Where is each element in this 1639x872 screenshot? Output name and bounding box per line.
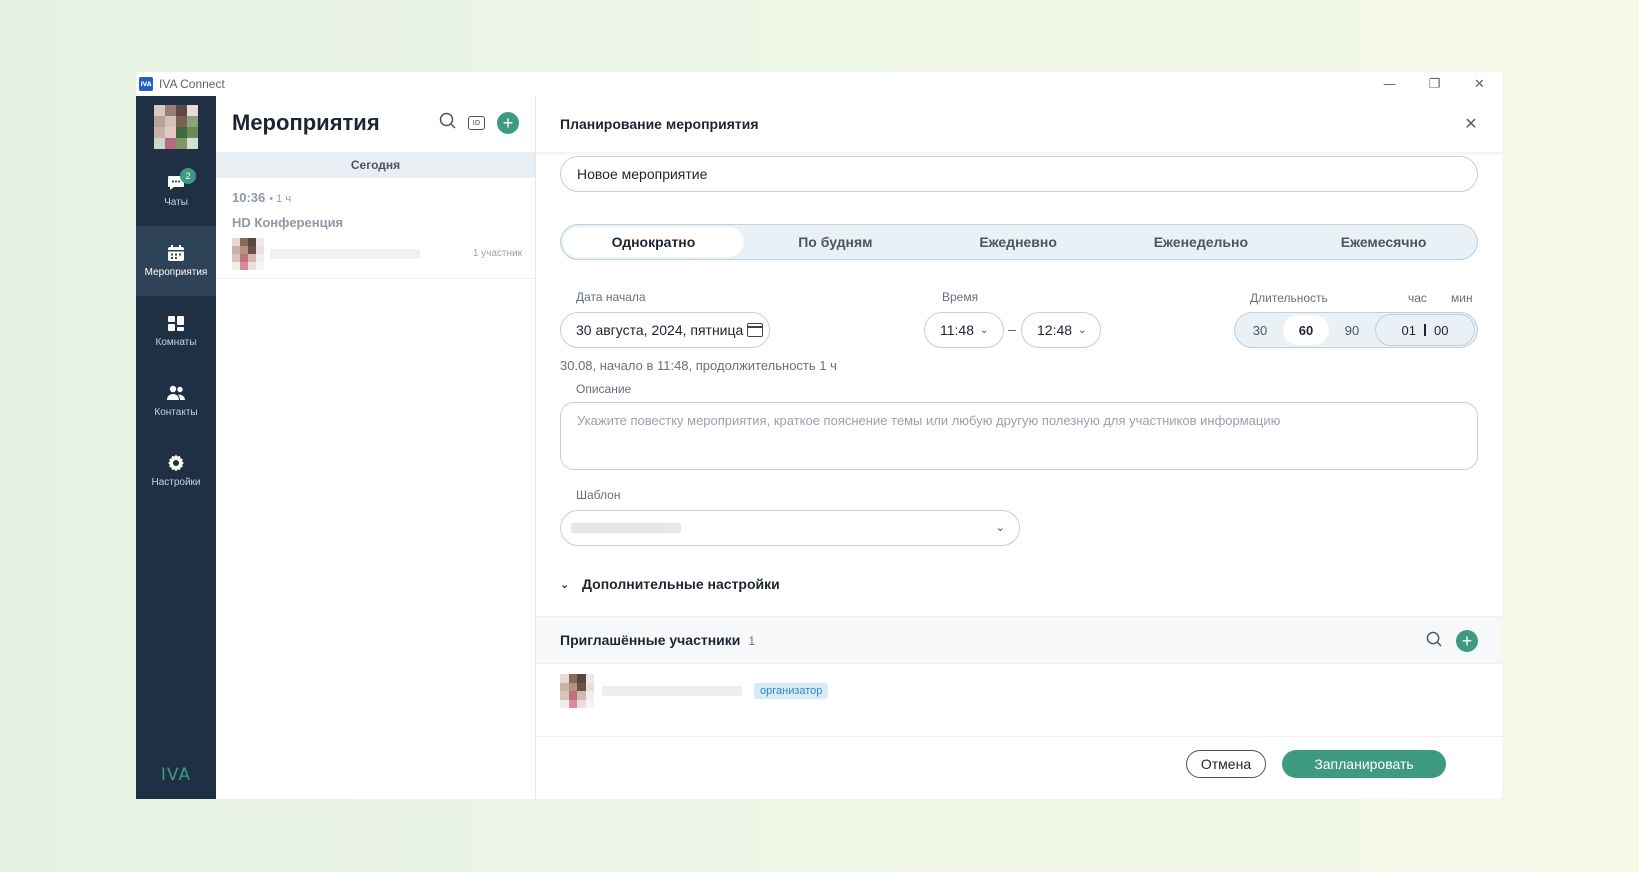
recurrence-weekly[interactable]: Еженедельно bbox=[1110, 227, 1293, 257]
event-name: HD Конференция bbox=[232, 215, 344, 230]
nav-rail: Чаты 2 Мероприятия Комнаты Контакты Наст… bbox=[136, 96, 216, 799]
restore-button[interactable]: ❐ bbox=[1412, 72, 1457, 96]
app-logo-icon: IVA bbox=[139, 77, 153, 91]
id-join-icon[interactable]: ID bbox=[468, 116, 485, 130]
rooms-icon bbox=[166, 314, 186, 332]
chevron-down-icon: ⌄ bbox=[1078, 324, 1087, 336]
chevron-down-icon: ⌄ bbox=[560, 577, 570, 591]
user-avatar[interactable] bbox=[154, 105, 198, 149]
title-bar: IVA IVA Connect — ❐ ✕ bbox=[136, 72, 1502, 96]
recurrence-once[interactable]: Однократно bbox=[563, 227, 744, 257]
unread-badge: 2 bbox=[180, 168, 196, 184]
add-participant-button[interactable]: + bbox=[1456, 630, 1478, 652]
event-card[interactable]: 10:36 • 1 ч HD Конференция 1 участник bbox=[232, 190, 522, 270]
participant-row: организатор bbox=[560, 674, 829, 708]
recurrence-monthly[interactable]: Ежемесячно bbox=[1292, 227, 1475, 257]
time-from-value: 11:48 bbox=[940, 322, 974, 338]
time-from-select[interactable]: 11:48 ⌄ bbox=[924, 312, 1004, 348]
time-range-dash: – bbox=[1008, 321, 1016, 337]
chevron-down-icon: ⌄ bbox=[995, 521, 1005, 534]
recurrence-daily[interactable]: Ежедневно bbox=[927, 227, 1110, 257]
contacts-icon bbox=[166, 384, 186, 402]
schedule-summary: 30.08, начало в 11:48, продолжительность… bbox=[560, 358, 837, 373]
min-label: мин bbox=[1451, 291, 1473, 305]
template-select[interactable]: ⌄ bbox=[560, 510, 1020, 546]
start-date-field[interactable]: 30 августа, 2024, пятница bbox=[560, 312, 770, 348]
search-icon[interactable] bbox=[1426, 631, 1442, 652]
calendar-icon[interactable] bbox=[747, 323, 764, 337]
search-icon[interactable] bbox=[439, 112, 456, 134]
event-name-input[interactable]: Новое мероприятие bbox=[560, 156, 1478, 192]
close-window-button[interactable]: ✕ bbox=[1457, 72, 1502, 96]
calendar-icon bbox=[166, 244, 186, 262]
chevron-down-icon: ⌄ bbox=[980, 324, 989, 336]
duration-30[interactable]: 30 bbox=[1237, 315, 1283, 345]
duration-90[interactable]: 90 bbox=[1329, 315, 1375, 345]
event-duration: • 1 ч bbox=[269, 193, 292, 205]
schedule-button[interactable]: Запланировать bbox=[1282, 750, 1446, 778]
duration-hours-input[interactable]: 01 bbox=[1402, 323, 1416, 338]
participant-avatar bbox=[560, 674, 594, 708]
cancel-button[interactable]: Отмена bbox=[1186, 750, 1266, 778]
rail-item-label: Контакты bbox=[154, 407, 198, 418]
rail-item-contacts[interactable]: Контакты bbox=[136, 366, 216, 436]
duration-60[interactable]: 60 bbox=[1283, 315, 1329, 345]
gear-icon bbox=[166, 454, 186, 472]
event-time: 10:36 bbox=[232, 190, 266, 205]
start-date-value: 30 августа, 2024, пятница bbox=[576, 322, 744, 338]
more-settings-label: Дополнительные настройки bbox=[582, 576, 780, 592]
blurred-participant-name bbox=[602, 686, 742, 696]
rail-item-label: Мероприятия bbox=[144, 267, 208, 278]
divider bbox=[216, 278, 535, 279]
events-panel: Мероприятия ID + Сегодня 10:36 • 1 ч HD К… bbox=[216, 96, 536, 799]
rail-item-label: Чаты bbox=[164, 197, 188, 208]
duration-minutes-input[interactable]: 00 bbox=[1434, 323, 1448, 338]
rail-item-label: Комнаты bbox=[155, 337, 197, 348]
events-title: Мероприятия bbox=[232, 110, 380, 135]
duration-selector: 30 60 90 01 00 bbox=[1234, 312, 1478, 348]
recurrence-selector: Однократно По будням Ежедневно Еженедель… bbox=[560, 224, 1478, 260]
divider bbox=[536, 736, 1502, 737]
invited-title: Приглашённые участники bbox=[560, 632, 741, 648]
template-label: Шаблон bbox=[576, 488, 621, 502]
add-event-button[interactable]: + bbox=[497, 112, 519, 134]
minimize-button[interactable]: — bbox=[1367, 72, 1412, 96]
close-icon[interactable]: ✕ bbox=[1460, 112, 1482, 134]
description-label: Описание bbox=[576, 382, 632, 396]
time-to-value: 12:48 bbox=[1037, 322, 1073, 338]
invited-header: Приглашённые участники 1 + bbox=[536, 616, 1502, 664]
blurred-template-name bbox=[571, 523, 681, 533]
organizer-badge: организатор bbox=[754, 683, 829, 699]
recurrence-weekdays[interactable]: По будням bbox=[744, 227, 927, 257]
window-title: IVA Connect bbox=[159, 77, 225, 91]
more-settings-toggle[interactable]: ⌄ Дополнительные настройки bbox=[560, 576, 780, 592]
time-label: Время bbox=[942, 290, 979, 304]
participant-avatar bbox=[232, 238, 264, 270]
time-to-select[interactable]: 12:48 ⌄ bbox=[1021, 312, 1101, 348]
rail-item-settings[interactable]: Настройки bbox=[136, 436, 216, 506]
start-date-label: Дата начала bbox=[576, 290, 646, 304]
duration-label: Длительность bbox=[1250, 291, 1328, 305]
description-field[interactable]: Укажите повестку мероприятия, краткое по… bbox=[560, 402, 1478, 470]
app-window: IVA IVA Connect — ❐ ✕ Чаты 2 Мероприятия… bbox=[136, 72, 1502, 799]
participant-count: 1 участник bbox=[472, 248, 522, 259]
iva-logo: IVA bbox=[160, 765, 192, 785]
divider bbox=[1424, 324, 1426, 336]
invited-count: 1 bbox=[748, 634, 756, 648]
rail-item-chats[interactable]: Чаты 2 bbox=[136, 156, 216, 226]
blurred-participant-name bbox=[270, 249, 420, 259]
hour-label: час bbox=[1408, 291, 1427, 305]
planning-title: Планирование мероприятия bbox=[560, 116, 759, 132]
duration-custom: 01 00 bbox=[1375, 314, 1475, 346]
rail-item-events[interactable]: Мероприятия bbox=[136, 226, 216, 296]
planning-panel: Планирование мероприятия ✕ Новое меропри… bbox=[536, 96, 1502, 799]
rail-item-label: Настройки bbox=[151, 477, 201, 488]
today-header: Сегодня bbox=[216, 152, 535, 178]
rail-item-rooms[interactable]: Комнаты bbox=[136, 296, 216, 366]
